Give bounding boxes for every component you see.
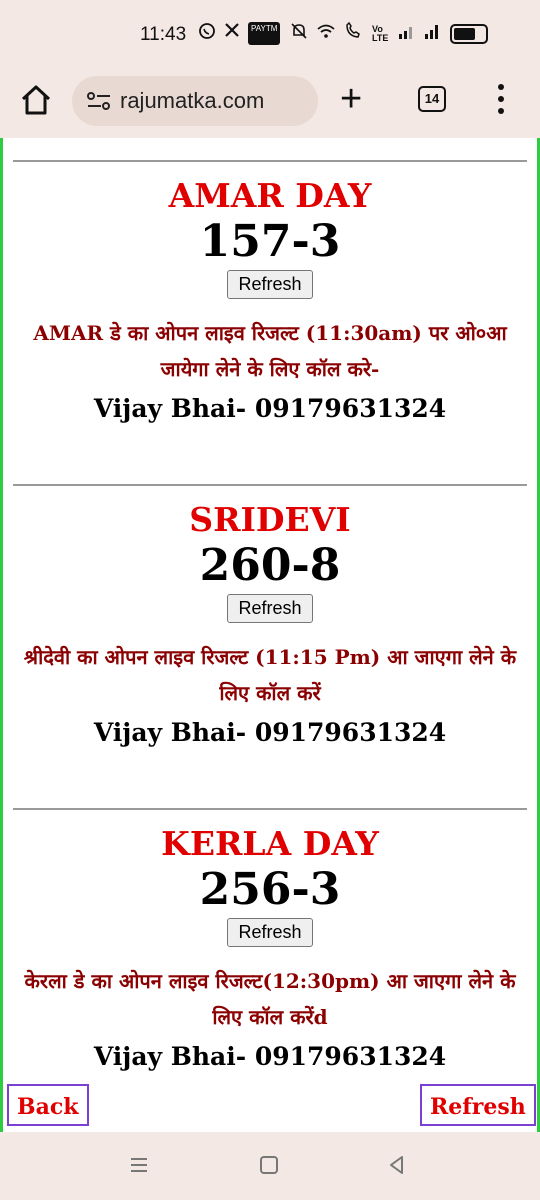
system-nav-bar	[0, 1132, 540, 1200]
signal-icon	[398, 23, 416, 44]
notification-icons: PAYTM	[198, 22, 281, 45]
contact-text: Vijay Bhai- 09179631324	[93, 394, 447, 423]
market-card-kerla-day: KERLA DAY 256-3 Refresh केरला डे का ओपन …	[3, 824, 537, 1075]
market-note: केरला डे का ओपन लाइव रिजल्ट(12:30pm) आ ज…	[24, 969, 516, 1029]
refresh-button[interactable]: Refresh	[227, 270, 313, 299]
market-note: AMAR डे का ओपन लाइव रिजल्ट (11:30am) पर …	[33, 321, 507, 381]
market-note: श्रीदेवी का ओपन लाइव रिजल्ट (11:15 Pm) आ…	[23, 645, 517, 705]
battery-icon	[450, 23, 488, 44]
contact-text: Vijay Bhai- 09179631324	[93, 718, 447, 747]
signal-icon	[424, 23, 442, 44]
refresh-button[interactable]: Refresh	[227, 594, 313, 623]
browser-toolbar: rajumatka.com + 14	[0, 68, 540, 138]
more-menu-icon[interactable]	[496, 84, 506, 120]
back-nav-icon[interactable]	[386, 1154, 408, 1181]
wifi-calling-icon	[344, 21, 364, 45]
refresh-button[interactable]: Refresh	[227, 918, 313, 947]
status-time: 11:43	[140, 24, 187, 45]
divider	[13, 484, 527, 486]
tab-switcher-button[interactable]: 14	[418, 86, 446, 112]
market-name: AMAR DAY	[168, 176, 372, 215]
home-icon[interactable]	[18, 82, 54, 118]
mute-icon	[290, 22, 308, 45]
market-card-sridevi: SRIDEVI 260-8 Refresh श्रीदेवी का ओपन ला…	[3, 500, 537, 751]
site-settings-icon[interactable]	[86, 90, 112, 112]
wifi-icon	[316, 23, 336, 44]
market-result: 157-3	[199, 216, 341, 267]
volte-icon: Vo LTE	[372, 23, 389, 43]
divider	[13, 160, 527, 162]
divider	[13, 808, 527, 810]
market-name: SRIDEVI	[189, 500, 351, 539]
paytm-icon: PAYTM	[248, 22, 281, 45]
status-bar: 11:43 PAYTM Vo LTE	[0, 0, 540, 68]
recents-icon[interactable]	[128, 1154, 150, 1181]
page-content: AMAR DAY 157-3 Refresh AMAR डे का ओपन ला…	[0, 138, 540, 1132]
system-icons: Vo LTE	[290, 21, 488, 45]
url-text: rajumatka.com	[120, 88, 265, 113]
address-bar[interactable]: rajumatka.com	[72, 76, 318, 126]
x-icon	[224, 22, 240, 45]
page-refresh-button[interactable]: Refresh	[420, 1084, 536, 1126]
contact-text: Vijay Bhai- 09179631324	[93, 1042, 447, 1071]
whatsapp-icon	[198, 22, 216, 45]
new-tab-icon[interactable]: +	[340, 80, 362, 118]
market-result: 256-3	[199, 864, 341, 915]
market-name: KERLA DAY	[161, 824, 379, 863]
home-nav-icon[interactable]	[258, 1154, 280, 1181]
market-result: 260-8	[199, 540, 341, 591]
market-card-amar-day: AMAR DAY 157-3 Refresh AMAR डे का ओपन ला…	[3, 176, 537, 427]
back-button[interactable]: Back	[7, 1084, 89, 1126]
